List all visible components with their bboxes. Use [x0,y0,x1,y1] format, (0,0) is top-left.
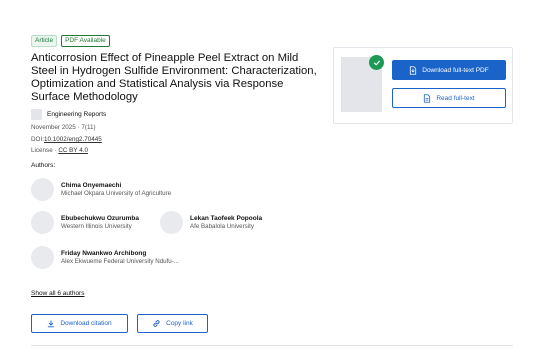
download-icon [47,319,55,328]
doi-line: DOI:10.1002/eng2.70445 [31,136,102,144]
file-download-icon [409,65,417,75]
document-icon [423,93,431,103]
author-name[interactable]: Lekan Taofeek Popoola [190,215,262,223]
download-citation-button[interactable]: Download citation [31,314,128,333]
read-full-text-label: Read full-text [436,94,475,102]
article-badge: Article [31,35,58,47]
divider [31,345,513,346]
journal-name[interactable]: Engineering Reports [47,111,106,118]
publication-date: November 2025 · 7(11) [31,124,96,131]
publication-title: Anticorrosion Effect of Pineapple Peel E… [31,52,317,103]
avatar[interactable] [31,178,54,201]
pdf-available-badge: PDF Available [61,35,110,47]
author-item[interactable]: Chima Onyemaechi Michael Okpara Universi… [31,178,171,201]
copy-link-label: Copy link [166,320,193,327]
badge-group: Article PDF Available [31,35,110,47]
doi-link[interactable]: 10.1002/eng2.70445 [44,136,102,143]
journal[interactable]: Engineering Reports [31,109,106,120]
author-affiliation: Michael Okpara University of Agriculture [61,189,172,197]
author-affiliation: Afe Babalola University [190,222,254,230]
avatar[interactable] [160,211,183,234]
journal-thumbnail [31,109,42,120]
license-label: License · [31,147,59,154]
author-name[interactable]: Ebubechukwu Ozurumba [61,215,139,223]
doi-label: DOI: [31,136,44,143]
author-name[interactable]: Friday Nwankwo Archibong [61,250,179,258]
author-affiliation: Western Illinois University [61,222,132,230]
authors-heading: Authors: [31,162,56,169]
avatar[interactable] [31,246,54,269]
license-link[interactable]: CC BY 4.0 [58,147,88,154]
avatar[interactable] [31,211,54,234]
download-citation-label: Download citation [60,320,112,327]
author-affiliation: Alex Ekwueme Federal University Ndufu-..… [61,257,179,265]
author-item[interactable]: Lekan Taofeek Popoola Afe Babalola Unive… [160,211,262,234]
author-item[interactable]: Ebubechukwu Ozurumba Western Illinois Un… [31,211,139,234]
author-name[interactable]: Chima Onyemaechi [61,182,171,190]
download-full-text-pdf-button[interactable]: Download full-text PDF [392,60,506,80]
link-icon [152,319,161,328]
copy-link-button[interactable]: Copy link [137,314,208,333]
check-icon [369,55,384,70]
author-item[interactable]: Friday Nwankwo Archibong Alex Ekwueme Fe… [31,246,179,269]
download-pdf-label: Download full-text PDF [422,66,489,74]
show-all-authors-link[interactable]: Show all 6 authors [31,290,84,297]
read-full-text-button[interactable]: Read full-text [392,88,506,108]
license-line: License · CC BY 4.0 [31,147,88,155]
